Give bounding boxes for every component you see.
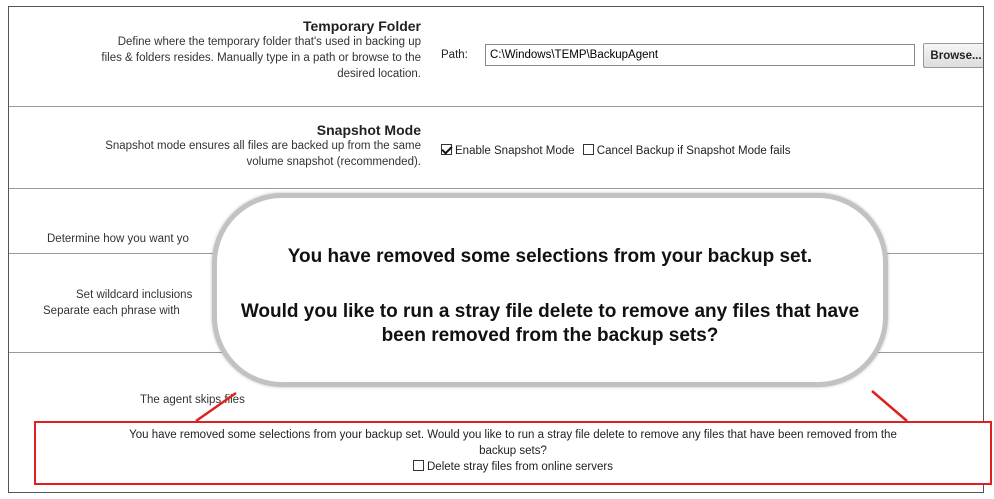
enable-snapshot-option[interactable]: Enable Snapshot Mode	[441, 144, 578, 157]
stray-file-notice: You have removed some selections from yo…	[34, 421, 992, 485]
enable-snapshot-label: Enable Snapshot Mode	[455, 145, 575, 157]
temporary-folder-info: Temporary Folder Define where the tempor…	[9, 18, 421, 82]
snapshot-mode-desc-2: volume snapshot (recommended).	[246, 156, 422, 168]
browse-button[interactable]: Browse...	[923, 43, 983, 68]
cancel-backup-checkbox[interactable]	[582, 144, 594, 155]
delete-stray-option[interactable]: Delete stray files from online servers	[36, 459, 990, 475]
row5-info: The agent skips files	[140, 392, 520, 408]
snapshot-mode-desc-1: Snapshot mode ensures all files are back…	[105, 140, 421, 152]
snapshot-options: Enable Snapshot Mode Cancel Backup if Sn…	[441, 144, 790, 157]
snapshot-mode-title: Snapshot Mode	[316, 122, 421, 138]
delete-stray-checkbox[interactable]	[413, 460, 424, 471]
temporary-folder-title: Temporary Folder	[303, 18, 421, 34]
temporary-folder-desc-3: desired location.	[337, 68, 421, 80]
popup-message-line1: You have removed some selections from yo…	[287, 246, 813, 267]
cancel-backup-label: Cancel Backup if Snapshot Mode fails	[596, 145, 791, 157]
row5-desc: The agent skips files	[140, 394, 245, 406]
stray-notice-text-1: You have removed some selections from yo…	[129, 429, 897, 441]
path-input[interactable]	[485, 44, 915, 66]
path-label: Path:	[441, 49, 468, 61]
stray-file-prompt-bubble: You have removed some selections from yo…	[212, 193, 888, 387]
temporary-folder-desc-2: files & folders resides. Manually type i…	[101, 52, 421, 64]
stray-notice-text-2: backup sets?	[479, 445, 547, 457]
temporary-folder-desc-1: Define where the temporary folder that's…	[117, 36, 421, 48]
snapshot-mode-row: Snapshot Mode Snapshot mode ensures all …	[9, 106, 983, 189]
snapshot-mode-info: Snapshot Mode Snapshot mode ensures all …	[9, 122, 421, 170]
cancel-backup-option[interactable]: Cancel Backup if Snapshot Mode fails	[582, 144, 791, 157]
popup-message-line2: Would you like to run a stray file delet…	[240, 301, 860, 346]
delete-stray-label: Delete stray files from online servers	[427, 461, 613, 473]
enable-snapshot-checkbox[interactable]	[441, 144, 452, 155]
temporary-folder-row: Temporary Folder Define where the tempor…	[9, 7, 983, 107]
